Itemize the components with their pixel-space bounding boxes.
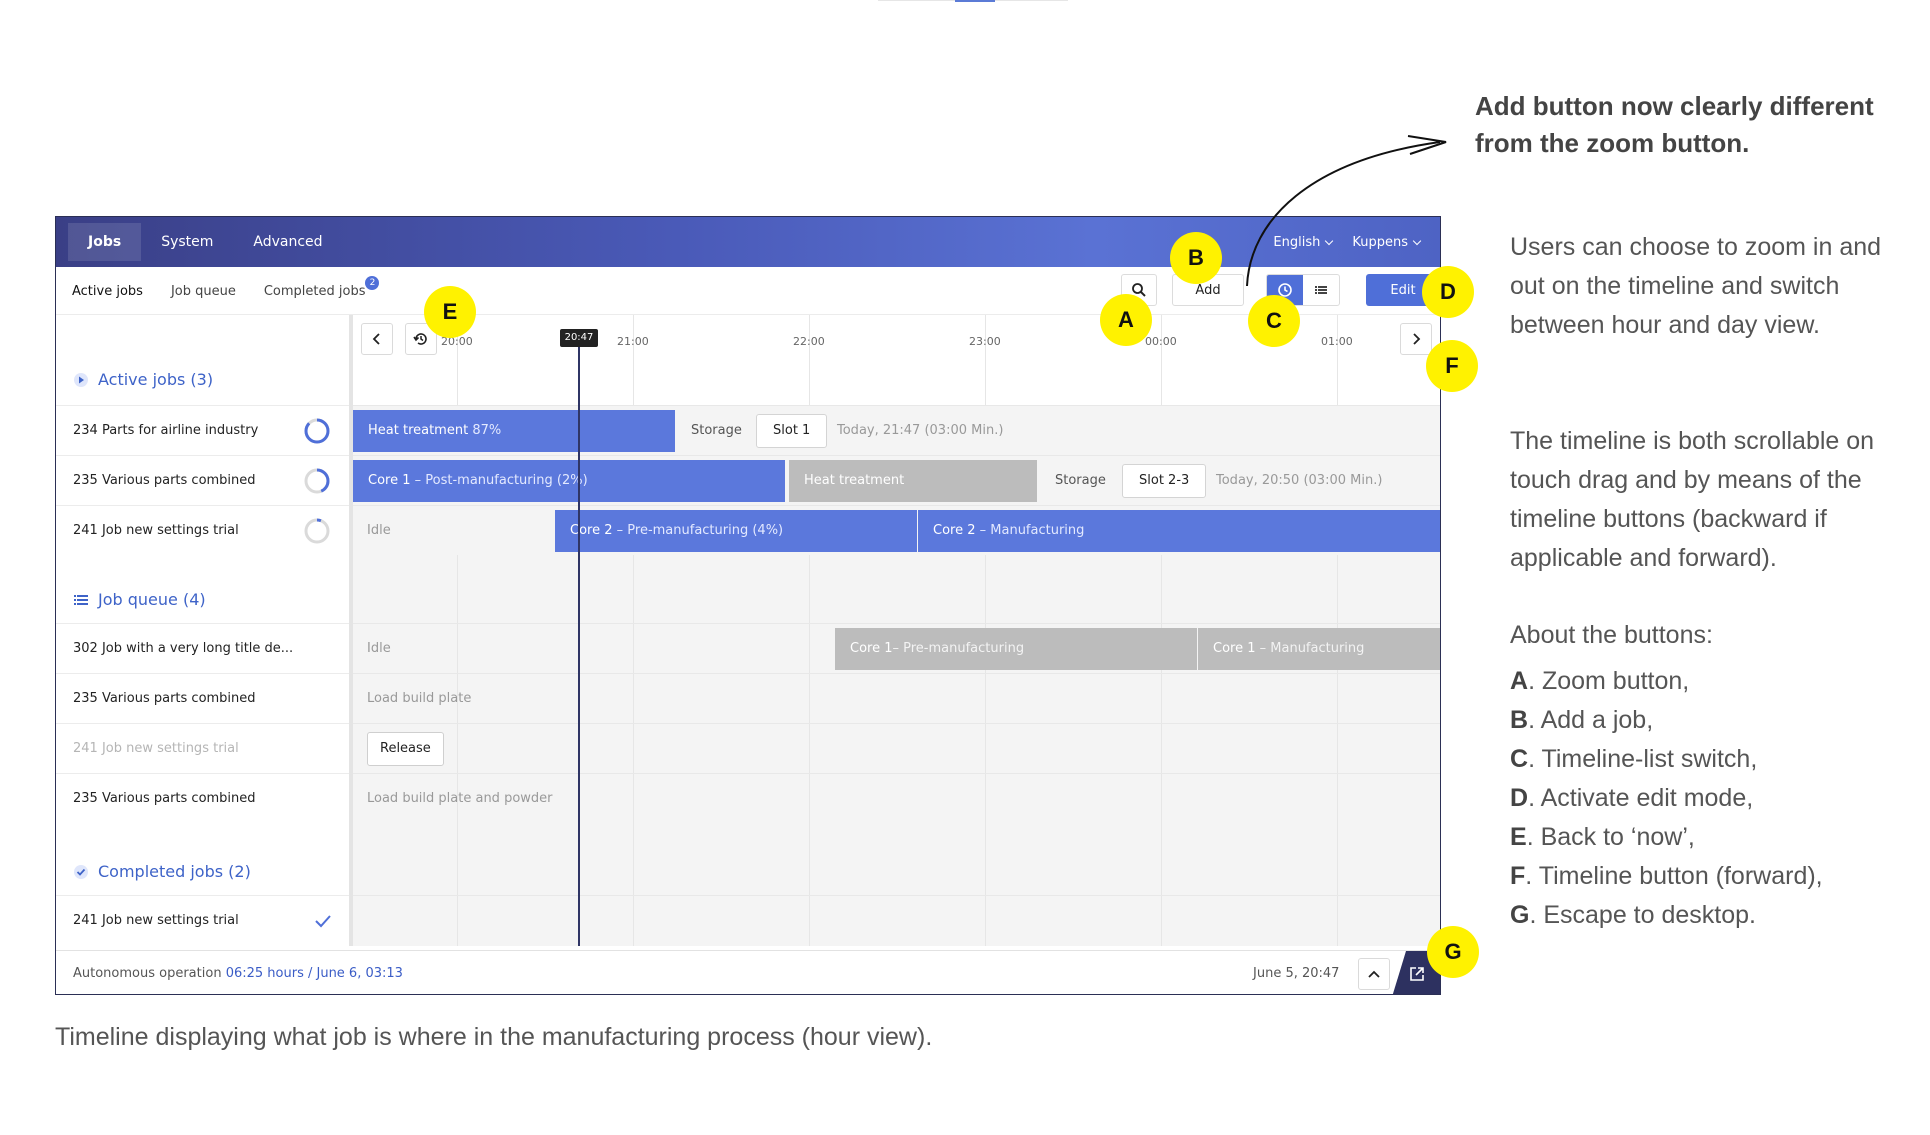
callout-e: E — [424, 286, 476, 338]
annotation-paragraph-zoom: Users can choose to zoom in and out on t… — [1510, 233, 1882, 339]
callout-g: G — [1427, 926, 1479, 978]
legend-item: C. Timeline-list switch, — [1510, 745, 1758, 773]
callout-b: B — [1170, 232, 1222, 284]
annotation-title: Add button now clearly different from th… — [1475, 91, 1874, 158]
callout-a: A — [1100, 294, 1152, 346]
legend-item: B. Add a job, — [1510, 706, 1654, 734]
legend-item: A. Zoom button, — [1510, 667, 1690, 695]
legend-item: G. Escape to desktop. — [1510, 901, 1756, 929]
legend-item: F. Timeline button (forward), — [1510, 862, 1823, 890]
annotation-paragraph-scroll: The timeline is both scrollable on touch… — [1510, 427, 1875, 572]
figure-caption: Timeline displaying what job is where in… — [55, 1023, 933, 1051]
legend-item: E. Back to ‘now’, — [1510, 823, 1695, 851]
legend-item: D. Activate edit mode, — [1510, 784, 1754, 812]
callout-f: F — [1426, 340, 1478, 392]
callout-c: C — [1248, 295, 1300, 347]
legend-title: About the buttons: — [1510, 621, 1713, 649]
button-legend: A. Zoom button, B. Add a job, C. Timelin… — [1510, 662, 1823, 935]
callout-d: D — [1422, 266, 1474, 318]
